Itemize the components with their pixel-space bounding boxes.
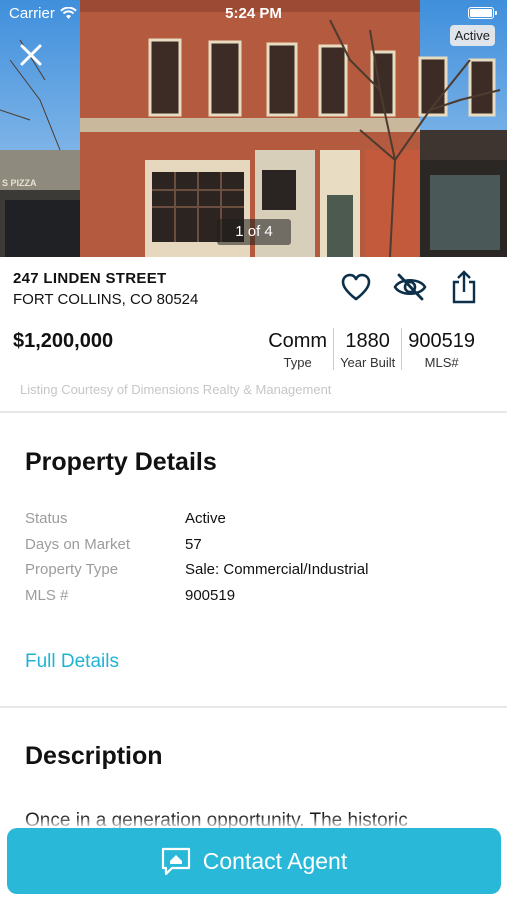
status-badge: Active (449, 25, 495, 46)
agent-message-icon (161, 847, 190, 875)
detail-row: MLS # 900519 (25, 587, 368, 613)
detail-value: 900519 (185, 586, 236, 604)
status-bar: Carrier 5:24 PM (0, 0, 507, 28)
contact-agent-button[interactable]: Contact Agent (7, 828, 501, 894)
stat-value: 900519 (408, 330, 475, 352)
battery-icon (468, 7, 497, 19)
stat-label: Year Built (340, 355, 396, 370)
property-details-title: Property Details (25, 448, 217, 476)
city-state-zip: FORT COLLINS, CO 80524 (13, 291, 199, 308)
share-icon (452, 270, 476, 304)
close-icon (20, 44, 42, 66)
contact-agent-label: Contact Agent (202, 847, 348, 874)
section-divider (0, 706, 507, 708)
full-details-link[interactable]: Full Details (25, 651, 119, 673)
stat-year-built: 1880 Year Built (333, 328, 401, 370)
detail-key: MLS # (25, 586, 69, 604)
street-address: 247 LINDEN STREET (13, 270, 167, 287)
address-block: 247 LINDEN STREET FORT COLLINS, CO 80524 (13, 270, 198, 308)
hide-eye-icon (393, 273, 427, 301)
stat-value: Comm (268, 330, 328, 352)
close-button[interactable] (16, 40, 46, 70)
detail-value: Active (185, 510, 226, 527)
detail-key: Days on Market (25, 535, 131, 553)
listing-stats: Comm Type 1880 Year Built 900519 MLS# (262, 328, 481, 370)
section-divider (0, 411, 507, 413)
listing-courtesy: Listing Courtesy of Dimensions Realty & … (20, 382, 332, 397)
listing-photo[interactable]: S PIZZA Carrier 5:24 PM Active 1 of 4 (0, 0, 507, 257)
detail-key: Status (25, 510, 68, 527)
detail-value: 57 (185, 535, 202, 553)
listing-actions (339, 270, 481, 304)
favorite-button[interactable] (339, 270, 373, 304)
listing-price: $1,200,000 (13, 330, 114, 352)
photo-counter: 1 of 4 (217, 219, 291, 245)
detail-row: Status Active (25, 510, 368, 536)
stat-label: Type (283, 355, 312, 370)
stat-value: 1880 (345, 330, 390, 352)
property-details-list: Status Active Days on Market 57 Property… (25, 510, 368, 612)
detail-value: Sale: Commercial/Industrial (185, 561, 369, 578)
hide-listing-button[interactable] (393, 270, 427, 304)
description-title: Description (25, 742, 163, 770)
stat-mls: 900519 MLS# (401, 328, 481, 370)
clock: 5:24 PM (225, 5, 282, 22)
detail-row: Property Type Sale: Commercial/Industria… (25, 561, 368, 587)
share-button[interactable] (447, 270, 481, 304)
detail-key: Property Type (25, 561, 119, 578)
stat-label: MLS# (424, 355, 459, 370)
detail-row: Days on Market 57 (25, 536, 368, 562)
svg-text:S PIZZA: S PIZZA (2, 178, 37, 188)
heart-icon (341, 273, 371, 301)
stat-type: Comm Type (262, 328, 333, 370)
